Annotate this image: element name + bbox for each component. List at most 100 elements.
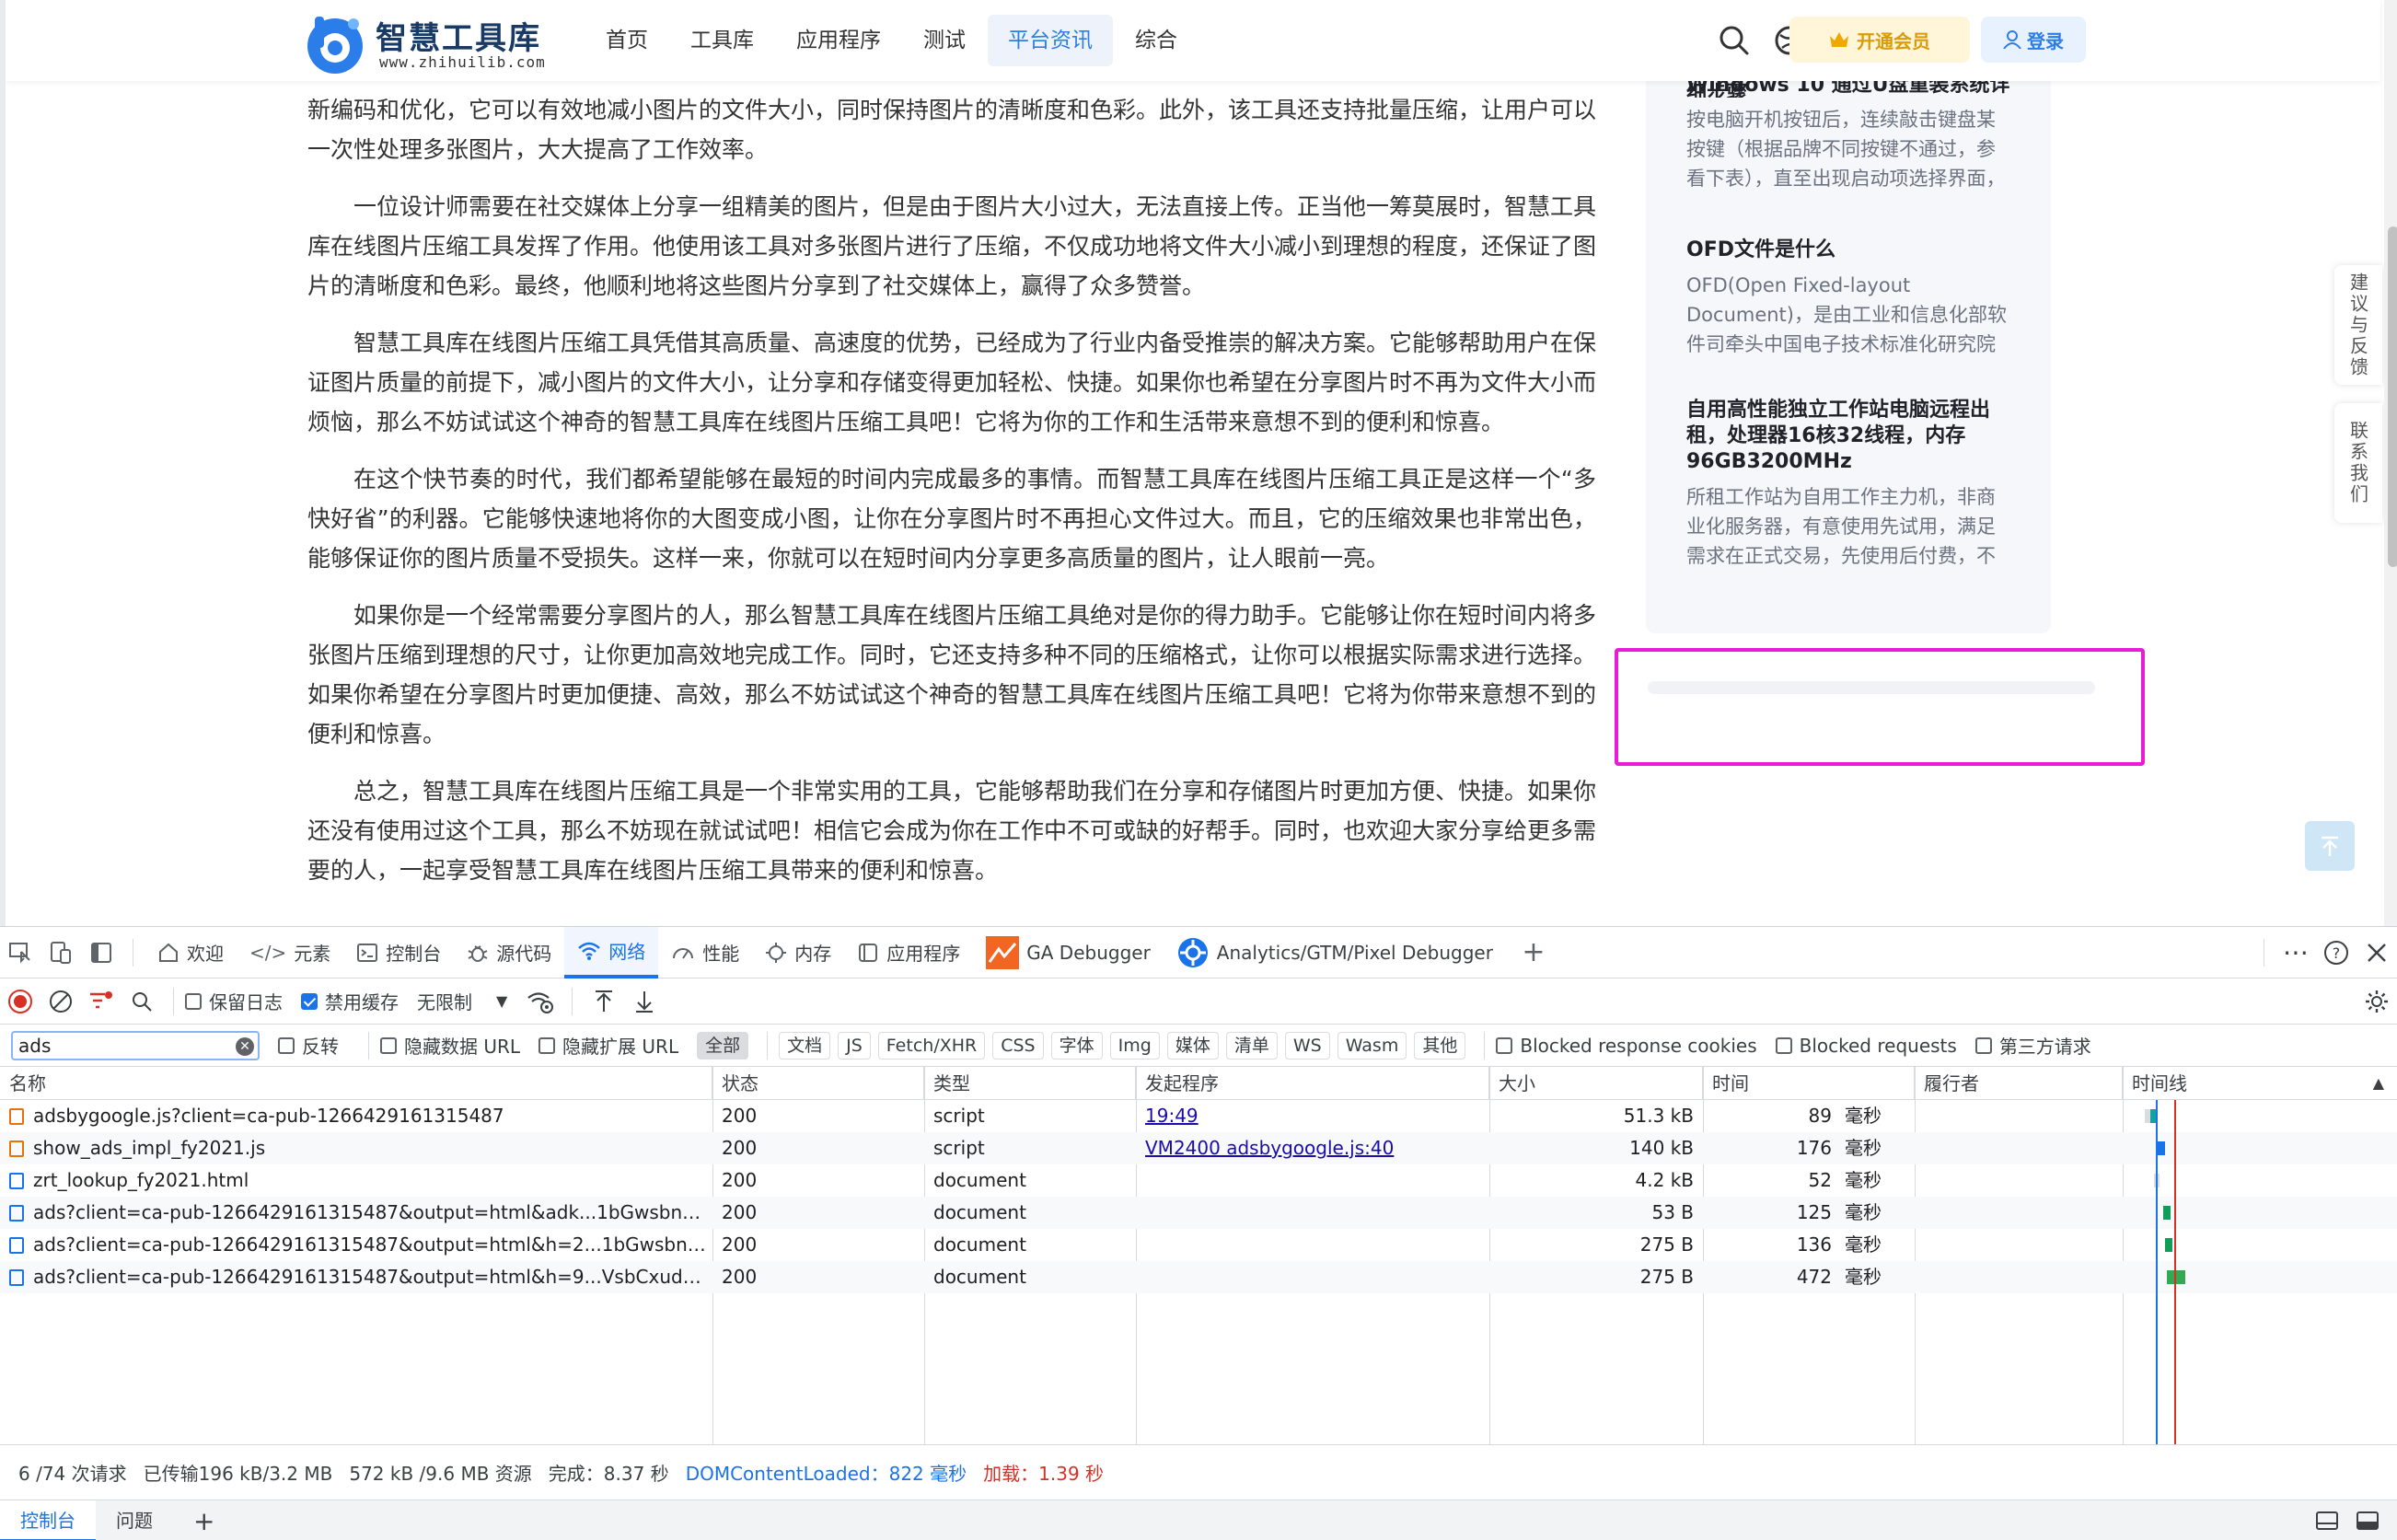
type-filter-font[interactable]: 字体 — [1050, 1031, 1103, 1059]
disable-cache-checkbox[interactable]: 禁用缓存 — [301, 988, 399, 1014]
waterfall-bar — [2163, 1206, 2171, 1220]
drawer-toggle-icon[interactable] — [2347, 1500, 2388, 1540]
search-network-icon[interactable] — [122, 976, 162, 1027]
vip-button[interactable]: 开通会员 — [1789, 17, 1970, 63]
tab-elements[interactable]: </> 元素 — [237, 927, 343, 978]
column-time[interactable]: 时间 — [1703, 1067, 1915, 1100]
sidebar-article[interactable]: OFD文件是什么 OFD(Open Fixed-layout Document)… — [1686, 237, 2010, 359]
cell-initiator[interactable]: VM2400 adsbygoogle.js:40 — [1136, 1132, 1489, 1164]
column-type[interactable]: 类型 — [924, 1067, 1136, 1100]
device-toggle-icon[interactable] — [41, 927, 81, 978]
table-row[interactable]: show_ads_impl_fy2021.js 200 script VM2400 a… — [0, 1132, 2397, 1164]
close-icon[interactable] — [2356, 927, 2397, 978]
sidebar-article[interactable]: Windows 10 通过U盘重装系统详细步骤 按电脑开机按钮后，连续敲击键盘某… — [1686, 81, 2010, 193]
table-row[interactable]: zrt_lookup_fy2021.html 200 document 4.2 kB 5… — [0, 1164, 2397, 1197]
clear-filter-icon[interactable]: ✕ — [236, 1036, 254, 1056]
nav-item-tools[interactable]: 工具库 — [670, 15, 774, 66]
sidebar-article-desc: 所租工作站为自用工作主力机，非商业化服务器，有意使用先试用，满足需求在正式交易，… — [1686, 486, 1996, 567]
network-conditions-icon[interactable] — [520, 976, 561, 1027]
blocked-cookies-checkbox[interactable]: Blocked response cookies — [1496, 1035, 1757, 1057]
hide-extension-url-label: 隐藏扩展 URL — [562, 1036, 679, 1058]
dock-icon[interactable] — [2307, 1500, 2347, 1540]
tab-ga-debugger[interactable]: GA Debugger — [973, 927, 1164, 978]
sidebar-article-title[interactable]: 自用高性能独立工作站电脑远程出租，处理器16核32线程，内存96GB3200MH… — [1686, 398, 2010, 475]
table-row[interactable]: ads?client=ca-pub-1266429161315487&outpu… — [0, 1261, 2397, 1293]
throttle-select[interactable]: 无限制 ▼ — [417, 988, 507, 1014]
more-options-icon[interactable]: ⋯ — [2275, 927, 2316, 978]
sidebar-article-title[interactable]: Windows 10 通过U盘重装系统详细步骤 — [1686, 81, 2010, 98]
tab-label: 源代码 — [496, 943, 552, 965]
type-filter-wasm[interactable]: Wasm — [1337, 1031, 1407, 1059]
clear-icon[interactable] — [41, 976, 81, 1027]
type-filter-css[interactable]: CSS — [992, 1031, 1044, 1059]
type-filter-manifest[interactable]: 清单 — [1225, 1031, 1278, 1059]
arrow-up-icon — [2322, 836, 2338, 856]
column-status[interactable]: 状态 — [712, 1067, 924, 1100]
type-filter-js[interactable]: JS — [838, 1031, 871, 1059]
nav-item-home[interactable]: 首页 — [585, 15, 668, 66]
cell-status: 200 — [722, 1266, 758, 1288]
page-scrollbar-thumb[interactable] — [2388, 226, 2397, 567]
tab-application[interactable]: 应用程序 — [844, 927, 973, 978]
help-icon[interactable]: ? — [2316, 927, 2356, 978]
tab-sources[interactable]: 源代码 — [454, 927, 564, 978]
nav-item-test[interactable]: 测试 — [903, 15, 986, 66]
drawer-tab-issues[interactable]: 问题 — [96, 1500, 173, 1540]
nav-item-apps[interactable]: 应用程序 — [776, 15, 901, 66]
tab-analytics-debugger[interactable]: Analytics/GTM/Pixel Debugger — [1164, 927, 1506, 978]
preserve-log-checkbox[interactable]: 保留日志 — [185, 988, 283, 1014]
table-row[interactable]: ads?client=ca-pub-1266429161315487&outpu… — [0, 1229, 2397, 1261]
column-name[interactable]: 名称 — [0, 1067, 712, 1100]
blocked-requests-checkbox[interactable]: Blocked requests — [1775, 1035, 1957, 1057]
table-row[interactable]: ads?client=ca-pub-1266429161315487&outpu… — [0, 1197, 2397, 1229]
network-settings-gear-icon[interactable] — [2356, 976, 2397, 1027]
type-filter-img[interactable]: Img — [1109, 1031, 1160, 1059]
invert-checkbox[interactable]: 反转 — [278, 1032, 339, 1059]
drawer-tab-console[interactable]: 控制台 — [0, 1499, 96, 1540]
type-filter-doc[interactable]: 文档 — [779, 1031, 831, 1059]
hide-extension-url-checkbox[interactable]: 隐藏扩展 URL — [538, 1032, 678, 1059]
sidebar-article-title[interactable]: OFD文件是什么 — [1686, 237, 2010, 263]
tab-welcome[interactable]: 欢迎 — [145, 927, 237, 978]
drawer-add-tab-icon[interactable]: + — [173, 1500, 235, 1540]
column-size[interactable]: 大小 — [1489, 1067, 1703, 1100]
contact-tab[interactable]: 联系我们 — [2334, 403, 2382, 523]
sidebar-toggle-icon[interactable] — [81, 927, 122, 978]
record-stop-icon[interactable] — [0, 976, 41, 1027]
type-filter-fetch[interactable]: Fetch/XHR — [877, 1031, 986, 1059]
search-icon[interactable] — [1716, 22, 1753, 59]
nav-item-general[interactable]: 综合 — [1115, 15, 1198, 66]
sidebar-article[interactable]: 自用高性能独立工作站电脑远程出租，处理器16核32线程，内存96GB3200MH… — [1686, 398, 2010, 571]
type-filter-other[interactable]: 其他 — [1414, 1031, 1466, 1059]
back-to-top-button[interactable] — [2305, 821, 2355, 871]
filter-icon[interactable] — [81, 976, 122, 1027]
nav-item-news[interactable]: 平台资讯 — [988, 15, 1113, 66]
tab-memory[interactable]: 内存 — [752, 927, 844, 978]
export-har-icon[interactable] — [624, 976, 665, 1027]
add-tab-icon[interactable]: + — [1513, 927, 1554, 978]
third-party-checkbox[interactable]: 第三方请求 — [1974, 1032, 2091, 1059]
cell-initiator[interactable]: 19:49 — [1136, 1100, 1489, 1132]
feedback-label: 建议与反馈 — [2346, 272, 2369, 378]
column-fulfilled-by[interactable]: 履行者 — [1915, 1067, 2123, 1100]
type-filter-ws[interactable]: WS — [1284, 1031, 1330, 1059]
filter-input[interactable]: ads ✕ — [11, 1030, 260, 1060]
column-initiator[interactable]: 发起程序 — [1136, 1067, 1489, 1100]
hide-data-url-checkbox[interactable]: 隐藏数据 URL — [380, 1032, 520, 1059]
type-filter-media[interactable]: 媒体 — [1166, 1031, 1219, 1059]
column-waterfall[interactable]: 时间线 ▲ — [2123, 1067, 2397, 1100]
inspect-icon[interactable] — [0, 927, 41, 978]
login-button[interactable]: 登录 — [1981, 17, 2086, 63]
tab-performance[interactable]: 性能 — [658, 927, 752, 978]
initiator-link[interactable]: VM2400 adsbygoogle.js:40 — [1145, 1137, 1394, 1159]
import-har-icon[interactable] — [584, 976, 624, 1027]
cell-initiator — [1136, 1164, 1489, 1197]
site-logo[interactable]: 智慧工具库 www.zhihuilib.com — [302, 11, 545, 75]
initiator-link[interactable]: 19:49 — [1145, 1105, 1198, 1127]
type-filter-all[interactable]: 全部 — [697, 1031, 749, 1059]
table-row[interactable]: adsbygoogle.js?client=ca-pub-12664291613… — [0, 1100, 2397, 1132]
tab-network[interactable]: 网络 — [564, 926, 659, 978]
feedback-tab[interactable]: 建议与反馈 — [2334, 265, 2382, 385]
tab-console[interactable]: 控制台 — [343, 927, 454, 978]
checkbox-box-checked — [301, 992, 318, 1010]
